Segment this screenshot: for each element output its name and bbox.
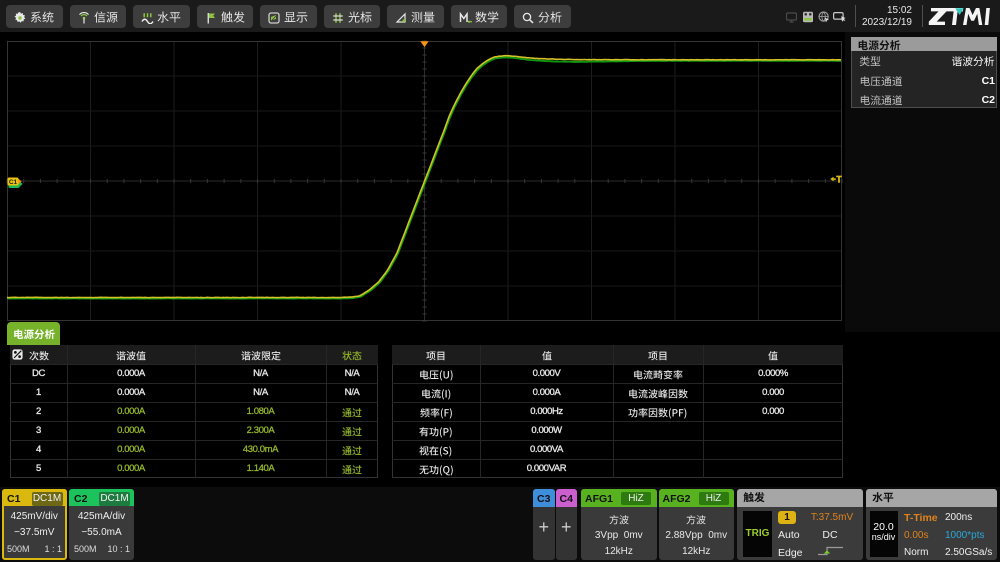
svg-text:C1: C1	[9, 179, 18, 186]
